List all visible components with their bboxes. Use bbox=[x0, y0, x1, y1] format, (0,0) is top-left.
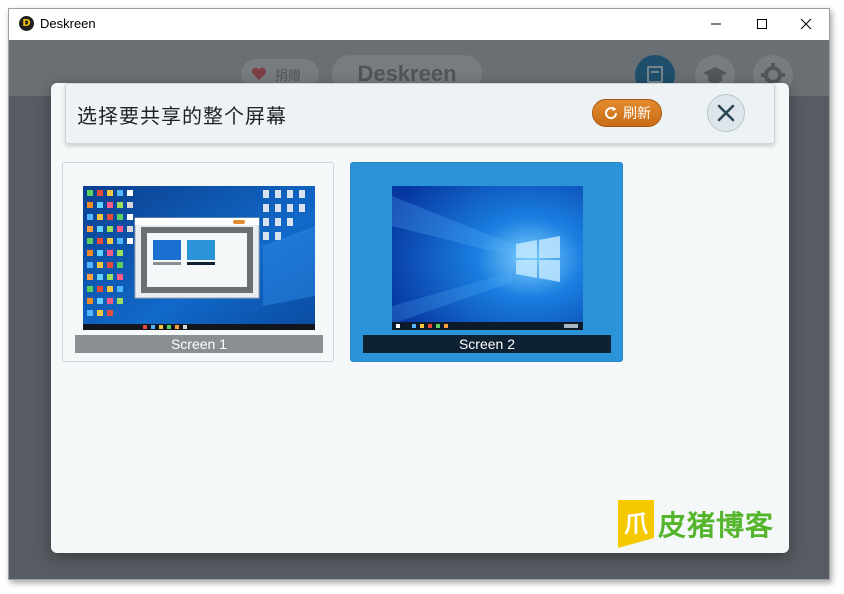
heart-icon bbox=[251, 67, 267, 80]
dialog-title: 选择要共享的整个屏幕 bbox=[77, 104, 287, 128]
minimize-icon bbox=[711, 23, 721, 25]
maximize-button[interactable] bbox=[739, 9, 785, 39]
maximize-icon bbox=[757, 19, 767, 29]
refresh-button[interactable]: 刷新 bbox=[592, 99, 662, 127]
screen-thumbnail-2 bbox=[392, 186, 583, 330]
screen-label-1: Screen 1 bbox=[75, 335, 323, 353]
window-close-button[interactable] bbox=[783, 9, 829, 39]
app-content: 捐赠 Deskreen 选择要共享的整个屏幕 刷新 Screen 1 Scree… bbox=[9, 40, 829, 579]
app-window: D Deskreen 捐赠 Deskreen 选择要共享的整个屏幕 刷新 Scr… bbox=[8, 8, 830, 580]
screen-thumbnail-1 bbox=[83, 186, 315, 330]
screen-card-2[interactable]: Screen 2 bbox=[350, 162, 623, 362]
dialog-close-button[interactable] bbox=[707, 94, 745, 132]
dialog-header: 选择要共享的整个屏幕 刷新 bbox=[65, 83, 775, 144]
screen-label-2: Screen 2 bbox=[363, 335, 611, 353]
screen-select-dialog: 选择要共享的整个屏幕 刷新 Screen 1 Screen 2 爪 皮猪博客 bbox=[51, 83, 789, 553]
close-icon bbox=[717, 104, 735, 122]
watermark: 爪 皮猪博客 bbox=[618, 498, 774, 550]
watermark-logo-glyph: 爪 bbox=[624, 510, 649, 538]
title-bar: D Deskreen bbox=[9, 9, 829, 41]
window-title: Deskreen bbox=[40, 16, 96, 31]
donate-label: 捐赠 bbox=[275, 69, 302, 84]
deskreen-logo-icon: D bbox=[19, 16, 34, 31]
refresh-icon bbox=[605, 106, 618, 120]
screen-card-1[interactable]: Screen 1 bbox=[62, 162, 334, 362]
watermark-text: 皮猪博客 bbox=[658, 509, 775, 542]
close-icon bbox=[800, 18, 812, 30]
minimize-button[interactable] bbox=[693, 9, 739, 39]
watermark-logo-icon: 爪 bbox=[618, 500, 654, 548]
refresh-label: 刷新 bbox=[623, 106, 651, 122]
